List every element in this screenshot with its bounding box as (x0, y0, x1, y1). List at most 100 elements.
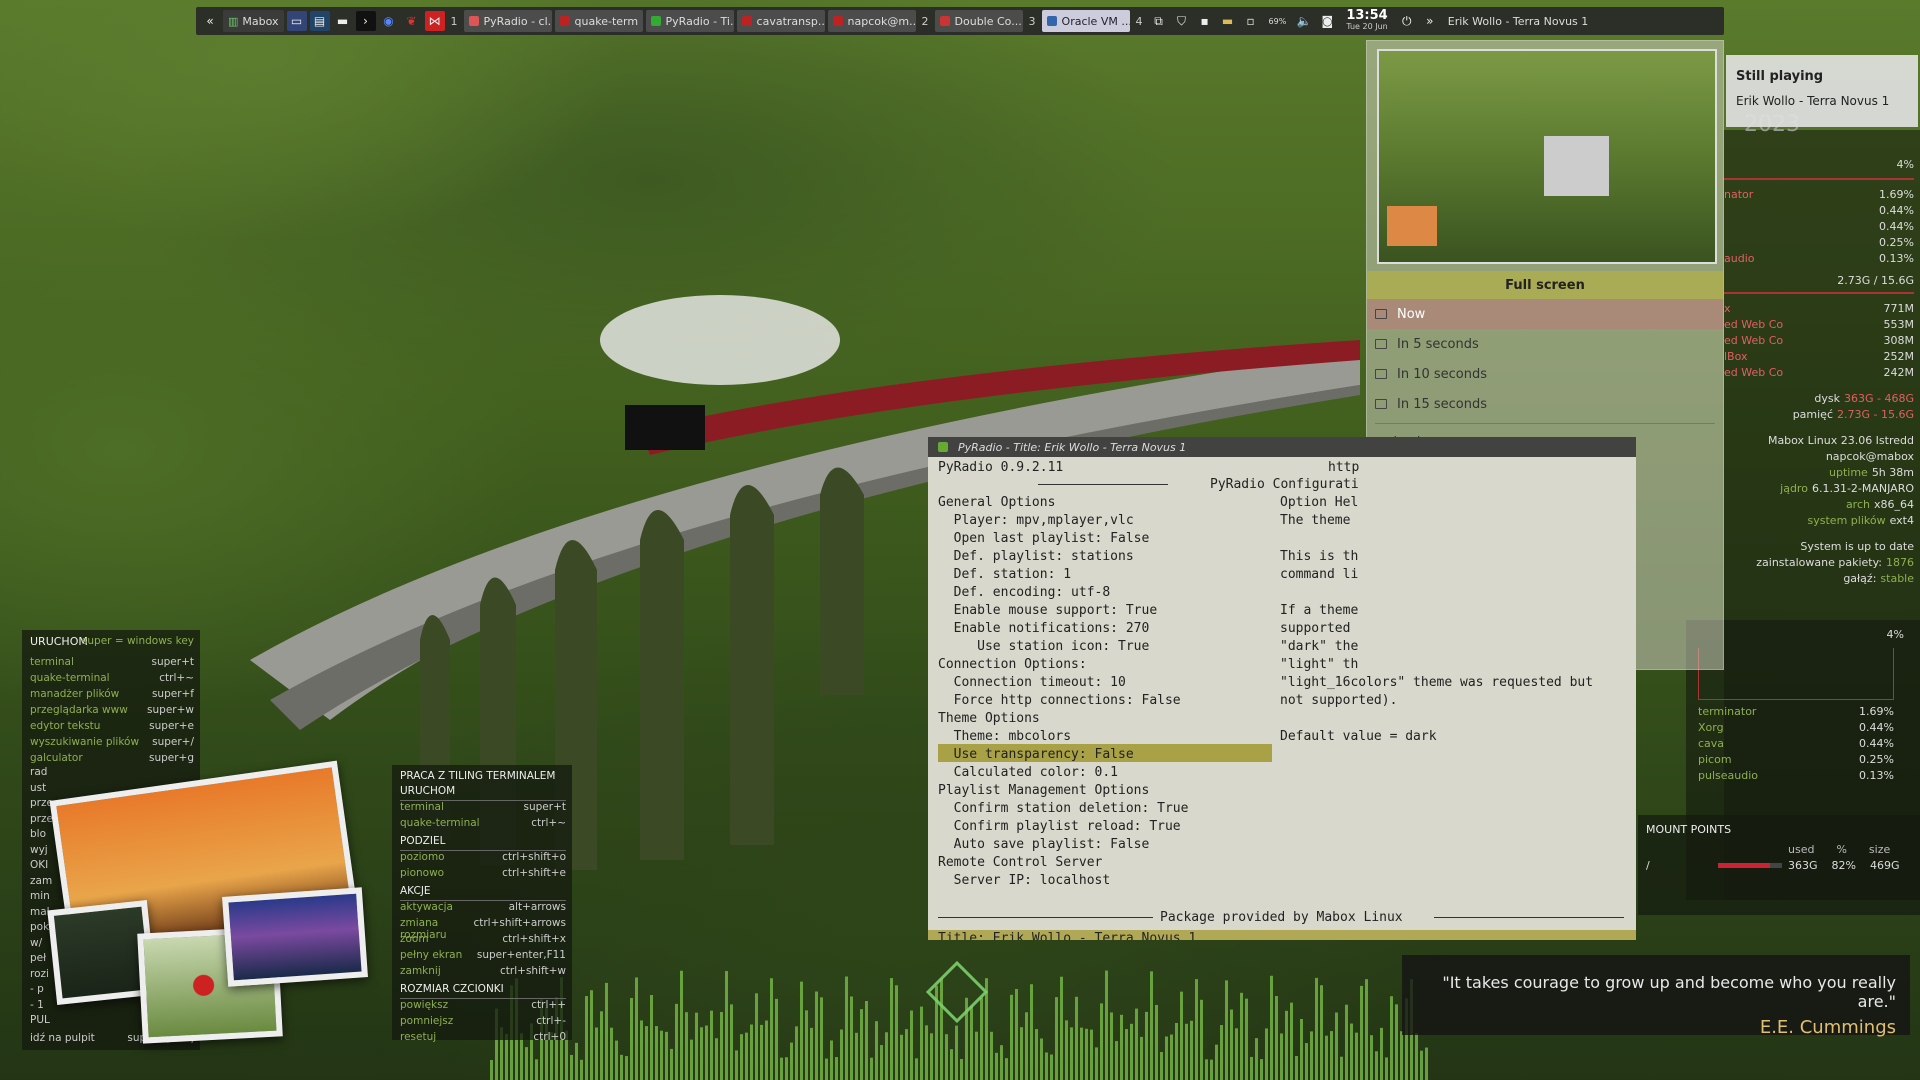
visualizer-bar (1265, 1028, 1268, 1080)
menu-label: In 10 seconds (1397, 366, 1488, 382)
task-napcok[interactable]: napcok@m... (827, 10, 916, 32)
option-line[interactable]: Connection timeout: 10 (938, 674, 1126, 692)
option-line[interactable]: Def. playlist: stations (938, 548, 1134, 566)
capture-now[interactable]: Now (1367, 299, 1723, 329)
key-shortcut: ctrl+shift+w (500, 965, 566, 977)
battery-indicator[interactable]: 69% (1264, 10, 1292, 32)
visualizer-bar (825, 1058, 828, 1080)
option-line[interactable]: General Options (938, 494, 1055, 512)
capture-5s[interactable]: In 5 seconds (1367, 329, 1723, 359)
key-row: terminal super+t (400, 801, 566, 813)
screen-preview-image (1377, 49, 1717, 264)
window-icon[interactable]: ▤ (309, 11, 330, 31)
visualizer-bar (895, 985, 898, 1080)
task-oracle-vm[interactable]: Oracle VM ... (1041, 10, 1130, 32)
double-commander-icon[interactable]: ⋈ (424, 11, 445, 31)
visualizer-bar (1275, 995, 1278, 1080)
updates-icon[interactable]: ▬ (1218, 11, 1238, 31)
key-row: zamknij ctrl+shift+w (400, 965, 566, 977)
visualizer-bar (1395, 1004, 1398, 1080)
option-line[interactable]: Remote Control Server (938, 854, 1102, 872)
task-label: napcok@m... (847, 14, 916, 28)
task-quake-term[interactable]: quake-term (554, 10, 643, 32)
mabox-menu-button[interactable]: ▥ Mabox (223, 10, 284, 32)
files-icon[interactable]: ▬ (333, 11, 353, 31)
proc-name: nator (1724, 188, 1754, 201)
visualizer-bar (610, 1027, 613, 1080)
task-icon (559, 16, 570, 26)
option-line[interactable]: Use transparency: False (938, 746, 1134, 764)
visualizer-bar (630, 997, 633, 1080)
option-line[interactable]: Server IP: localhost (938, 872, 1111, 890)
visualizer-bar (1385, 1057, 1388, 1080)
option-line[interactable]: Calculated color: 0.1 (938, 764, 1118, 782)
visualizer-bar (840, 1029, 843, 1080)
pyradio-terminal-window[interactable]: PyRadio - Title: Erik Wollo - Terra Novu… (928, 437, 1636, 940)
expand-right-icon[interactable]: » (1420, 11, 1440, 31)
visualizer-bar (920, 1006, 923, 1080)
browser-icon[interactable]: ◉ (379, 11, 399, 31)
mem-proc-row: ed Web Co 553M (1724, 318, 1914, 331)
capture-15s[interactable]: In 15 seconds (1367, 389, 1723, 419)
task-double-commander[interactable]: Double Co... (934, 10, 1023, 32)
key-row: pomniejsz ctrl+- (400, 1015, 566, 1027)
proc-row: cava 0.44% (1698, 737, 1894, 750)
tray-icon-2[interactable]: ▫ (1241, 11, 1261, 31)
key-row: edytor tekstu super+e (30, 720, 194, 732)
terminal-titlebar[interactable]: PyRadio - Title: Erik Wollo - Terra Novu… (928, 437, 1636, 457)
desktop-1[interactable]: 1 (448, 15, 461, 28)
option-line[interactable]: Confirm station deletion: True (938, 800, 1189, 818)
option-line[interactable]: Enable notifications: 270 (938, 620, 1150, 638)
clock[interactable]: 13:54 Tue 20 Jun (1340, 9, 1393, 32)
config-title: PyRadio Configurati (1210, 477, 1359, 492)
desktop-2[interactable]: 2 (919, 15, 932, 28)
disk-row: dysk 363G - 468G (1724, 392, 1914, 405)
task-cavatransp[interactable]: cavatransp... (736, 10, 825, 32)
visualizer-bar (670, 1048, 673, 1080)
visualizer-bar (980, 997, 983, 1080)
key-fragment-text: prze (30, 812, 53, 825)
visualizer-bar (1160, 1051, 1163, 1080)
capture-10s[interactable]: In 10 seconds (1367, 359, 1723, 389)
cpu-graph (1698, 648, 1894, 700)
terminal-body[interactable]: PyRadio 0.9.2.11 http PyRadio Configurat… (928, 457, 1636, 940)
option-line[interactable]: Player: mpv,mplayer,vlc (938, 512, 1134, 530)
monitor-icon (1375, 369, 1387, 379)
option-line[interactable]: Open last playlist: False (938, 530, 1150, 548)
visualizer-bar (645, 1026, 648, 1080)
option-line[interactable]: Enable mouse support: True (938, 602, 1158, 620)
notification[interactable]: Still playing Erik Wollo - Terra Novus 1 (1726, 55, 1918, 127)
collapse-left-icon[interactable]: « (200, 11, 220, 31)
volume-icon[interactable]: 🔈 (1294, 11, 1314, 31)
desktop-4[interactable]: 4 (1133, 15, 1146, 28)
terminal-statusbar: Title: Erik Wollo - Terra Novus 1 (928, 930, 1636, 940)
option-line[interactable]: Use station icon: True (938, 638, 1149, 656)
visualizer-bar (1215, 1044, 1218, 1080)
terminal-icon[interactable]: › (355, 11, 376, 31)
option-line[interactable]: Theme: mbcolors (938, 728, 1071, 746)
key-action: pionowo (400, 867, 445, 879)
tray-icon[interactable]: ▪ (1195, 11, 1215, 31)
now-playing[interactable]: Erik Wollo - Terra Novus 1 (1443, 10, 1594, 32)
desktop-icon[interactable]: ▭ (286, 11, 307, 31)
window-switcher-icon[interactable]: ⧉ (1149, 11, 1169, 31)
option-line[interactable]: Def. station: 1 (938, 566, 1071, 584)
option-line[interactable]: Auto save playlist: False (938, 836, 1150, 854)
camera-icon[interactable]: ◙ (1317, 11, 1337, 31)
desktop-3[interactable]: 3 (1026, 15, 1039, 28)
power-icon[interactable]: ⏻ (1397, 11, 1417, 31)
proc-val: 0.25% (1859, 753, 1894, 766)
option-line[interactable]: Def. encoding: utf-8 (938, 584, 1111, 602)
option-line[interactable]: Force http connections: False (938, 692, 1181, 710)
proc-val: 0.25% (1879, 236, 1914, 249)
visualizer-bar (1415, 1033, 1418, 1080)
cherry-icon[interactable]: ❦ (402, 11, 422, 31)
option-line[interactable]: Confirm playlist reload: True (938, 818, 1181, 836)
task-pyradio-title[interactable]: PyRadio - Ti... (645, 10, 734, 32)
task-pyradio-cli[interactable]: PyRadio - cl... (463, 10, 552, 32)
shield-icon[interactable]: ⛉ (1172, 11, 1192, 31)
visualizer-bar (1290, 1002, 1293, 1080)
option-line[interactable]: Theme Options (938, 710, 1040, 728)
option-line[interactable]: Connection Options: (938, 656, 1087, 674)
option-line[interactable]: Playlist Management Options (938, 782, 1149, 800)
